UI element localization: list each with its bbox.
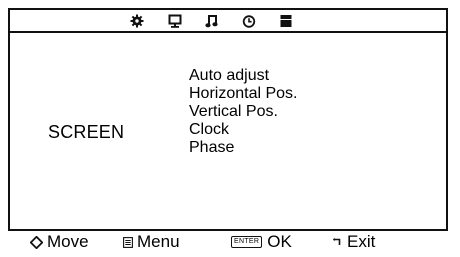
section-title: SCREEN <box>48 122 125 142</box>
hint-exit: Exit <box>333 232 375 252</box>
return-arrow-icon <box>333 237 343 247</box>
gear-icon[interactable] <box>129 13 145 29</box>
menu-item-clock[interactable]: Clock <box>189 121 298 139</box>
menu-item-phase[interactable]: Phase <box>189 139 298 157</box>
hint-move-label: Move <box>47 232 89 251</box>
screen-menu-list: Auto adjust Horizontal Pos. Vertical Pos… <box>189 67 298 157</box>
osd-tab-bar <box>10 10 446 33</box>
hint-menu-label: Menu <box>137 232 180 251</box>
block-icon[interactable] <box>278 13 294 29</box>
diamond-arrows-icon <box>30 235 43 249</box>
osd-menu-frame: SCREEN Auto adjust Horizontal Pos. Verti… <box>8 8 448 231</box>
hint-exit-label: Exit <box>347 232 376 251</box>
clock-icon[interactable] <box>241 13 257 29</box>
menu-item-auto-adjust[interactable]: Auto adjust <box>189 67 298 85</box>
hint-ok: ENTER OK <box>231 232 292 252</box>
hint-menu: Menu <box>123 232 180 252</box>
menu-item-vertical-pos[interactable]: Vertical Pos. <box>189 103 298 121</box>
hint-move: Move <box>30 232 89 252</box>
hint-ok-label: OK <box>267 232 292 251</box>
music-note-icon[interactable] <box>204 13 220 29</box>
key-hint-bar: Move Menu ENTER OK Exit <box>0 232 460 254</box>
menu-item-horizontal-pos[interactable]: Horizontal Pos. <box>189 85 298 103</box>
enter-key-icon: ENTER <box>231 236 263 248</box>
menu-key-icon <box>123 236 133 248</box>
monitor-icon[interactable] <box>167 13 183 29</box>
